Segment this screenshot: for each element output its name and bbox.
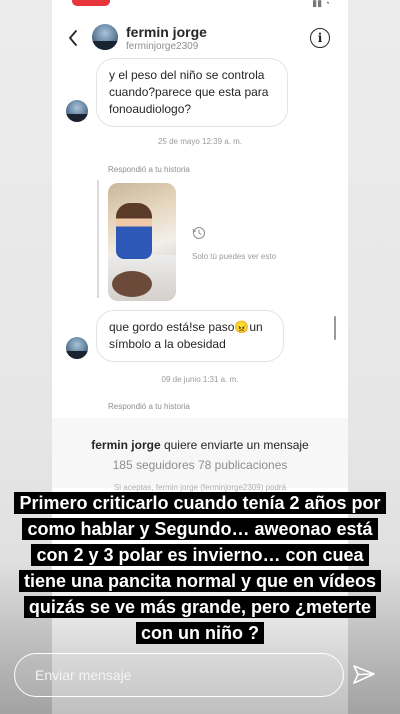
history-icon [192,227,205,239]
message-text: y el peso del niño se controla cuando?pa… [109,68,269,116]
request-text: quiere enviarte un mensaje [160,438,309,452]
caption-text: Primero criticarlo cuando tenía 2 años p… [14,492,386,644]
scrollbar[interactable] [334,316,336,340]
chevron-left-icon[interactable] [66,28,80,48]
timestamp: 25 de mayo 12:39 a. m. [157,137,243,146]
replied-label: Respondió a tu historia [108,402,190,411]
sender-avatar [66,100,88,122]
thumb-hair [112,271,152,297]
sender-avatar [66,337,88,359]
timestamp: 09 de junio 1:31 a. m. [161,375,239,384]
profile-handle: ferminjorge2309 [126,41,199,52]
message-bubble: y el peso del niño se controla cuando?pa… [96,58,288,127]
request-title: fermin jorge quiere enviarte un mensaje [52,438,348,452]
story-caption: Primero criticarlo cuando tenía 2 años p… [14,490,386,646]
reply-line [97,180,99,298]
message-bubble: que gordo está!se paso😠un símbolo a la o… [96,310,284,362]
replied-label: Respondió a tu historia [108,165,190,174]
dm-header: fermin jorge ferminjorge2309 i [52,18,348,62]
thumb-child [116,203,152,259]
reply-bar [0,645,400,714]
info-icon[interactable]: i [310,28,330,48]
message-input[interactable] [14,653,344,697]
message-request-panel [52,418,348,488]
send-icon[interactable] [352,663,376,687]
signal-icon: ▮▮ ◔ [312,0,330,8]
profile-name[interactable]: fermin jorge [126,24,207,40]
message-text: que gordo está!se paso😠un símbolo a la o… [109,320,263,351]
request-stats: 185 seguidores 78 publicaciones [112,458,288,472]
request-name: fermin jorge [91,438,161,452]
avatar[interactable] [92,24,118,50]
story-thumbnail[interactable] [108,183,176,301]
only-you-label: Solo tú puedes ver esto [192,252,277,261]
status-pill [72,0,110,6]
status-bar: ▮▮ ◔ [52,0,348,10]
